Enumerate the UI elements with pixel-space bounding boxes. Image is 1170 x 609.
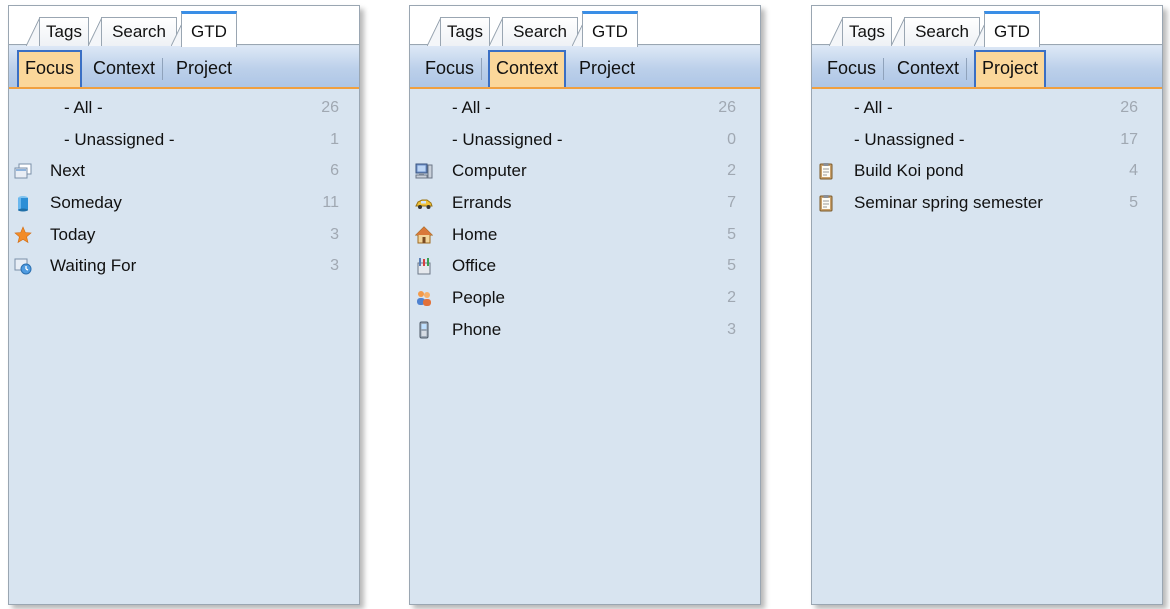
item-count: 1 <box>330 130 339 148</box>
item-count: 3 <box>727 320 736 338</box>
subtab-project[interactable]: Project <box>170 50 238 87</box>
item-count: 6 <box>330 162 339 180</box>
item-label: - Unassigned - <box>452 129 563 149</box>
list-item[interactable]: Build Koi pond 4 <box>812 155 1162 187</box>
home-icon <box>415 226 433 244</box>
subtab-project[interactable]: Project <box>974 50 1047 87</box>
subtab-project[interactable]: Project <box>573 50 641 87</box>
item-label: - Unassigned - <box>854 129 965 149</box>
list-item[interactable]: - All - 26 <box>812 92 1162 124</box>
list-item[interactable]: Waiting For 3 <box>9 250 359 282</box>
project-list: - All - 26 - Unassigned - 17 Build Koi p… <box>812 92 1162 219</box>
item-label: Seminar spring semester <box>854 193 1043 213</box>
tab-gtd[interactable]: GTD <box>984 11 1040 47</box>
item-count: 4 <box>1129 162 1138 180</box>
item-count: 7 <box>727 194 736 212</box>
tab-tags[interactable]: Tags <box>440 17 490 46</box>
item-count: 26 <box>1120 99 1138 116</box>
item-count: 5 <box>1129 194 1138 212</box>
clipboard-icon <box>817 162 835 180</box>
next-icon <box>14 162 32 180</box>
sub-tab-strip: Focus Context Project <box>9 46 359 89</box>
item-label: People <box>452 288 505 308</box>
tab-gtd[interactable]: GTD <box>181 11 237 47</box>
item-count: 0 <box>727 130 736 148</box>
gtd-panel-project: Tags Search GTD Focus Context Project - … <box>811 5 1163 605</box>
list-item[interactable]: People 2 <box>410 282 760 314</box>
item-label: Someday <box>50 193 122 213</box>
list-item[interactable]: Next 6 <box>9 155 359 187</box>
item-count: 17 <box>1120 130 1138 148</box>
car-icon <box>415 194 433 212</box>
subtab-focus[interactable]: Focus <box>821 50 885 87</box>
subtab-context[interactable]: Context <box>87 50 164 87</box>
list-item[interactable]: - All - 26 <box>9 92 359 124</box>
item-count: 11 <box>322 194 339 212</box>
sub-tab-strip: Focus Context Project <box>410 46 760 89</box>
phone-icon <box>415 321 433 339</box>
item-label: Office <box>452 256 497 276</box>
waiting-for-icon <box>14 257 32 275</box>
item-label: Errands <box>452 193 512 213</box>
item-count: 5 <box>727 225 736 243</box>
item-count: 26 <box>718 99 736 116</box>
people-icon <box>415 289 433 307</box>
computer-icon <box>415 162 433 180</box>
item-count: 5 <box>727 257 736 275</box>
list-item[interactable]: Someday 11 <box>9 187 359 219</box>
list-item[interactable]: Home 5 <box>410 219 760 251</box>
tab-tags[interactable]: Tags <box>842 17 892 46</box>
subtab-focus[interactable]: Focus <box>419 50 483 87</box>
item-label: Home <box>452 224 498 244</box>
subtab-focus[interactable]: Focus <box>17 50 83 87</box>
item-label: Next <box>50 161 85 181</box>
item-label: Waiting For <box>50 256 137 276</box>
list-item[interactable]: Phone 3 <box>410 314 760 346</box>
list-item[interactable]: - Unassigned - 0 <box>410 124 760 156</box>
item-count: 3 <box>330 225 339 243</box>
clipboard-icon <box>817 194 835 212</box>
item-label: Computer <box>452 161 527 181</box>
someday-icon <box>14 194 32 212</box>
tab-search[interactable]: Search <box>502 17 578 46</box>
tab-tags[interactable]: Tags <box>39 17 89 46</box>
context-list: - All - 26 - Unassigned - 0 Computer 2 E… <box>410 92 760 346</box>
list-item[interactable]: Computer 2 <box>410 155 760 187</box>
list-item[interactable]: Seminar spring semester 5 <box>812 187 1162 219</box>
list-item[interactable]: - All - 26 <box>410 92 760 124</box>
focus-list: - All - 26 - Unassigned - 1 Next 6 Somed… <box>9 92 359 282</box>
subtab-context[interactable]: Context <box>488 50 567 87</box>
list-item[interactable]: - Unassigned - 17 <box>812 124 1162 156</box>
gtd-panel-focus: Tags Search GTD Focus Context Project - … <box>8 5 360 605</box>
office-icon <box>415 257 433 275</box>
top-tab-strip: Tags Search GTD <box>812 6 1162 47</box>
tab-gtd[interactable]: GTD <box>582 11 638 47</box>
item-count: 2 <box>727 162 736 180</box>
list-item[interactable]: Errands 7 <box>410 187 760 219</box>
item-label: - Unassigned - <box>64 129 175 149</box>
gtd-panel-context: Tags Search GTD Focus Context Project - … <box>409 5 761 605</box>
list-item[interactable]: Office 5 <box>410 250 760 282</box>
tab-search[interactable]: Search <box>101 17 177 46</box>
item-count: 26 <box>321 99 339 116</box>
star-icon <box>14 225 32 244</box>
item-count: 3 <box>330 257 339 275</box>
item-label: - All - <box>854 98 893 117</box>
item-count: 2 <box>727 289 736 307</box>
list-item[interactable]: Today 3 <box>9 219 359 251</box>
tab-search[interactable]: Search <box>904 17 980 46</box>
item-label: Phone <box>452 319 502 339</box>
list-item[interactable]: - Unassigned - 1 <box>9 124 359 156</box>
subtab-context[interactable]: Context <box>891 50 968 87</box>
item-label: Today <box>50 224 96 244</box>
sub-tab-strip: Focus Context Project <box>812 46 1162 89</box>
top-tab-strip: Tags Search GTD <box>410 6 760 47</box>
item-label: - All - <box>452 98 491 117</box>
item-label: Build Koi pond <box>854 161 964 181</box>
item-label: - All - <box>64 98 103 117</box>
top-tab-strip: Tags Search GTD <box>9 6 359 47</box>
